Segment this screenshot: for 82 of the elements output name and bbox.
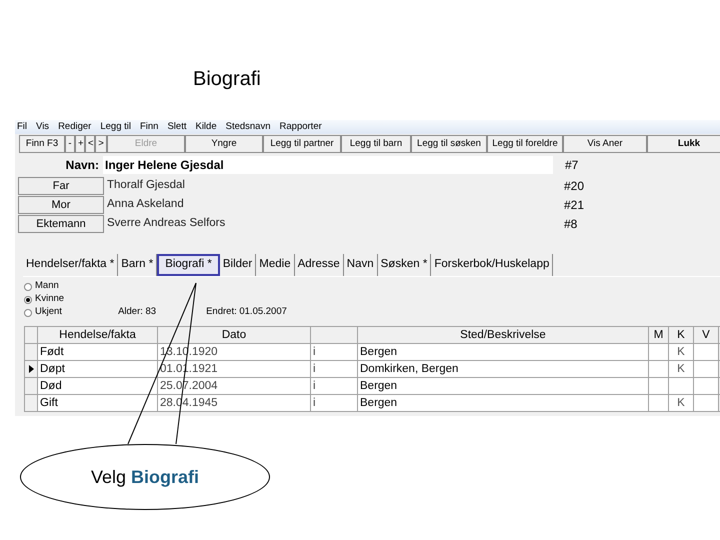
table-cell [694,361,719,378]
table-cell: K [669,361,694,378]
toolbar-button[interactable]: + [75,135,85,153]
table-cell [694,378,719,395]
relative-name: Thoralf Gjesdal [106,178,186,194]
table-cell [694,344,719,361]
relative-name: Anna Askeland [106,197,185,212]
table-cell: Bergen [358,378,649,395]
relation-button[interactable]: Ektemann [18,215,104,233]
column-header: V [694,327,719,344]
name-label: Navn: [64,157,100,174]
menu-item[interactable]: Legg til [100,120,131,134]
radio-button[interactable] [24,296,32,304]
radio-label: Mann [35,279,59,294]
table-cell: Gift [38,395,158,412]
toolbar-button[interactable]: > [95,135,107,153]
tab[interactable]: Hendelser/fakta * [23,254,118,276]
table-cell: i [311,344,358,361]
table-cell: i [311,361,358,378]
tab[interactable]: Biografi * [157,254,220,276]
table-cell [669,378,694,395]
record-number: #7 [565,157,578,174]
toolbar-button[interactable]: Lukk [647,135,720,153]
callout-text: Velg Biografi [90,466,200,489]
record-number: #20 [564,178,584,195]
table-cell [649,361,669,378]
menu-item[interactable]: Kilde [195,120,217,134]
row-header[interactable] [25,361,38,378]
table-cell: Bergen [358,344,649,361]
tab[interactable]: Bilder [220,254,256,276]
table-cell: Født [38,344,158,361]
menu-item[interactable]: Slett [167,120,186,134]
table-cell: i [311,395,358,412]
age-text: Alder: 83 [118,304,156,319]
table-cell: Domkirken, Bergen [358,361,649,378]
changed-date-text: Endret: 01.05.2007 [206,304,287,319]
slide-title: Biografi [193,67,261,92]
toolbar-button[interactable]: Legg til partner [263,135,341,153]
column-header: Sted/Beskrivelse [358,327,649,344]
table-cell: Død [38,378,158,395]
table-cell: K [669,344,694,361]
record-number: #8 [564,216,578,233]
relation-button[interactable]: Far [18,177,104,195]
table-cell: Bergen [358,395,649,412]
menu-item[interactable]: Vis [36,120,50,134]
column-header: Dato [158,327,311,344]
toolbar-button[interactable]: Yngre [185,135,263,153]
column-header: Hendelse/fakta [38,327,158,344]
radio-button[interactable] [24,308,32,316]
name-field[interactable]: Inger Helene Gjesdal [103,156,553,174]
tab[interactable]: Adresse [294,254,344,276]
table-cell: K [669,395,694,412]
radio-label: Kvinne [35,292,64,306]
column-header: K [669,327,694,344]
table-cell [694,395,719,412]
table-cell: i [311,378,358,395]
record-number: #21 [564,197,584,214]
menu-item[interactable]: Stedsnavn [226,120,271,134]
toolbar-button[interactable]: Vis Aner [563,135,647,153]
tab[interactable]: Forskerbok/Huskelapp [431,254,554,276]
table-cell: Døpt [38,361,158,378]
toolbar-button[interactable]: Finn F3 [19,135,65,153]
toolbar-button[interactable]: Legg til barn [341,135,411,153]
radio-label: Ukjent [35,305,62,320]
menu-item[interactable]: Finn [140,120,158,134]
toolbar-button[interactable]: < [85,135,95,153]
tab[interactable]: Navn [344,254,378,276]
toolbar-button[interactable]: Legg til søsken [411,135,487,153]
radio-button[interactable] [24,282,32,290]
tab[interactable]: Medie [256,254,295,276]
relative-name: Sverre Andreas Selfors [106,216,226,232]
menu-item[interactable]: Rediger [58,120,92,134]
tab[interactable]: Søsken * [378,254,432,276]
table-cell [649,395,669,412]
menu-item[interactable]: Fil [17,120,28,134]
table-cell [649,378,669,395]
toolbar-button[interactable]: Legg til foreldre [487,135,563,153]
column-header: M [649,327,669,344]
toolbar-button[interactable]: - [65,135,75,153]
table-cell [649,344,669,361]
relation-button[interactable]: Mor [18,196,104,214]
menu-item[interactable]: Rapporter [280,120,322,134]
